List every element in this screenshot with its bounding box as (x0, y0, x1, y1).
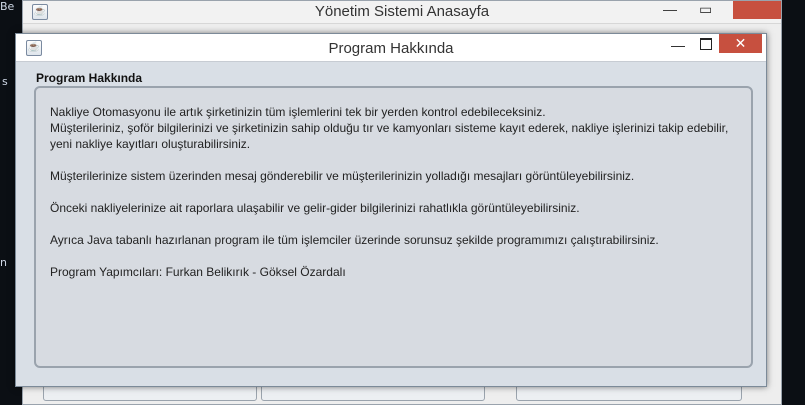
main-window-titlebar[interactable]: ☕ Yönetim Sistemi Anasayfa — ▭ (23, 1, 781, 24)
desktop-text-fragment: s (2, 75, 8, 88)
main-window-close-button[interactable] (733, 1, 781, 19)
maximize-icon[interactable]: ▭ (699, 1, 712, 18)
desktop-text-fragment: n (0, 256, 7, 269)
about-paragraph: Nakliye Otomasyonu ile artık şirketinizi… (50, 105, 729, 151)
dialog-titlebar[interactable]: ☕ Program Hakkında — ✕ (16, 34, 766, 62)
minimize-icon[interactable]: — (671, 37, 685, 53)
maximize-icon[interactable] (700, 38, 712, 50)
minimize-icon[interactable]: — (663, 1, 677, 17)
about-dialog: ☕ Program Hakkında — ✕ Program Hakkında … (15, 33, 767, 387)
about-paragraph: Önceki nakliyelerinize ait raporlara ula… (50, 201, 580, 215)
about-text: Nakliye Otomasyonu ile artık şirketinizi… (50, 104, 750, 296)
about-paragraph: Ayrıca Java tabanlı hazırlanan program i… (50, 233, 659, 247)
about-paragraph: Müşterilerinize sistem üzerinden mesaj g… (50, 169, 635, 183)
dialog-title: Program Hakkında (328, 40, 454, 57)
desktop-text-fragment: Be (0, 0, 15, 13)
group-title: Program Hakkında (36, 71, 143, 85)
about-paragraph: Program Yapımcıları: Furkan Belikırık - … (50, 265, 346, 279)
close-button[interactable]: ✕ (719, 34, 762, 53)
about-text-panel: Nakliye Otomasyonu ile artık şirketinizi… (34, 86, 753, 368)
